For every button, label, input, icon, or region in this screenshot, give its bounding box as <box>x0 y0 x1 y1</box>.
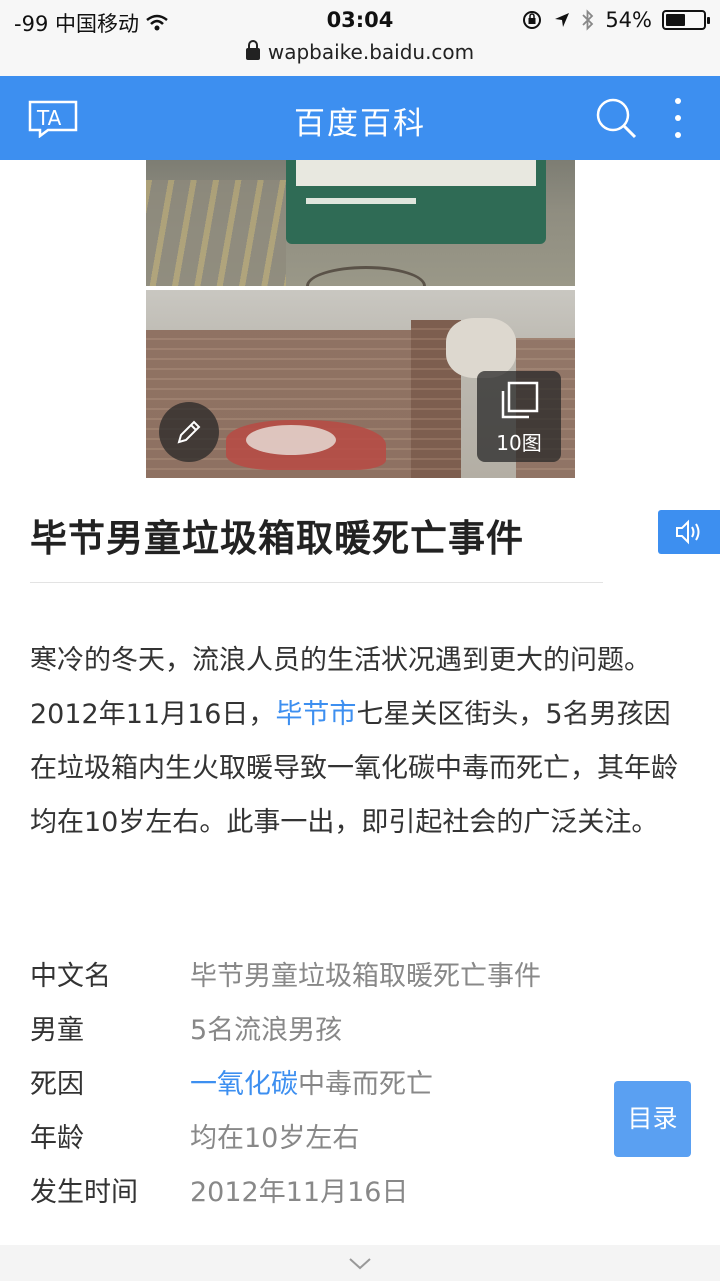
info-row: 男童 5名流浪男孩 <box>30 1004 630 1058</box>
gallery-count: 10图 <box>496 431 542 455</box>
article-title: 毕节男童垃圾箱取暖死亡事件 <box>30 517 524 560</box>
gallery-stack-icon <box>501 381 539 419</box>
location-icon <box>555 13 570 27</box>
edit-image-button[interactable] <box>159 402 219 462</box>
search-icon[interactable] <box>594 96 638 140</box>
read-aloud-button[interactable] <box>658 510 720 554</box>
summary-link-bijie[interactable]: 毕节市 <box>275 699 356 730</box>
info-value-link[interactable]: 一氧化碳 <box>190 1069 298 1100</box>
status-icons: 54% <box>521 8 710 32</box>
lock-icon <box>245 40 260 60</box>
info-row: 年龄 均在10岁左右 <box>30 1112 630 1166</box>
info-row: 发生时间 2012年11月16日 <box>30 1166 630 1220</box>
info-value: 毕节男童垃圾箱取暖死亡事件 <box>190 961 541 992</box>
status-bar: -99 中国移动 03:04 54% <box>0 0 720 40</box>
url-bar[interactable]: wapbaike.baidu.com <box>0 40 720 76</box>
chevron-down-icon <box>349 1258 371 1270</box>
info-key: 年龄 <box>30 1123 84 1154</box>
info-row: 中文名 毕节男童垃圾箱取暖死亡事件 <box>30 950 630 1004</box>
speaker-icon <box>676 519 700 545</box>
info-key: 男童 <box>30 1015 84 1046</box>
photo-manhole <box>306 266 426 286</box>
info-value: 5名流浪男孩 <box>190 1015 343 1046</box>
info-value-rest: 中毒而死亡 <box>298 1069 433 1100</box>
photo-debris-light <box>246 425 336 455</box>
title-divider <box>30 582 603 583</box>
rotation-lock-icon <box>523 11 542 29</box>
info-row: 死因 一氧化碳中毒而死亡 <box>30 1058 630 1112</box>
article-photo-1[interactable] <box>146 160 575 286</box>
info-key: 中文名 <box>30 961 111 992</box>
expand-bar[interactable] <box>0 1245 720 1281</box>
app-header: TA 百度百科 <box>0 76 720 160</box>
info-key: 死因 <box>30 1069 84 1100</box>
battery-icon <box>662 10 710 30</box>
info-value: 一氧化碳中毒而死亡 <box>190 1058 433 1112</box>
gallery-button[interactable]: 10图 <box>477 371 561 462</box>
battery-level <box>666 14 686 26</box>
article-summary: 寒冷的冬天，流浪人员的生活状况遇到更大的问题。2012年11月16日，毕节市七星… <box>30 634 690 850</box>
pencil-icon <box>177 420 201 444</box>
bluetooth-icon <box>582 9 594 31</box>
info-key: 发生时间 <box>30 1177 138 1208</box>
info-box: 中文名 毕节男童垃圾箱取暖死亡事件 男童 5名流浪男孩 死因 一氧化碳中毒而死亡… <box>30 950 630 1220</box>
toc-button[interactable]: 目录 <box>614 1081 691 1157</box>
photo-dumpster-stripe <box>296 160 536 186</box>
url-text: wapbaike.baidu.com <box>267 40 475 64</box>
photo-dumpster-label <box>306 198 416 204</box>
info-value: 2012年11月16日 <box>190 1177 409 1208</box>
more-vertical-icon[interactable] <box>666 96 690 140</box>
photo-bag <box>446 318 516 378</box>
photo-pavement <box>146 180 286 286</box>
battery-percent: 54% <box>605 8 652 32</box>
info-value: 均在10岁左右 <box>190 1123 360 1154</box>
